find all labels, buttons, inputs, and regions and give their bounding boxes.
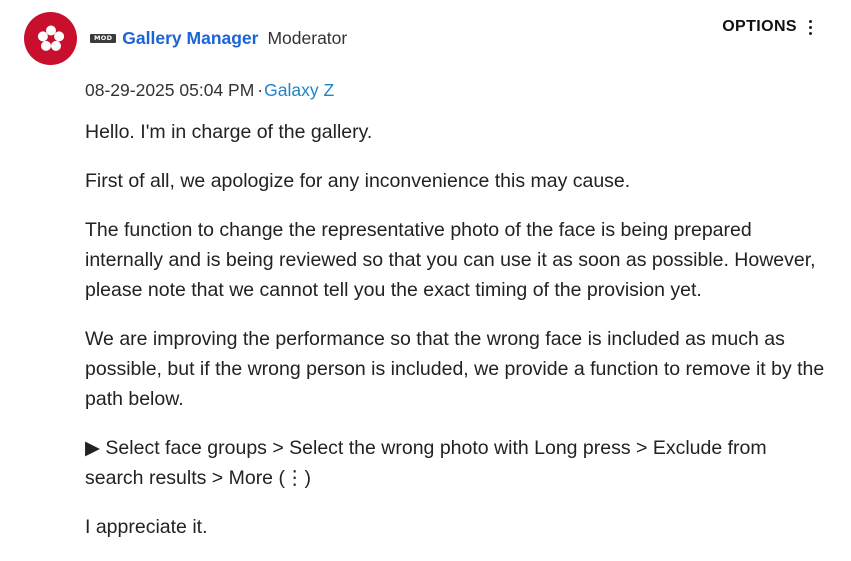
avatar[interactable] [24,12,77,65]
author-name-link[interactable]: Gallery Manager [122,28,258,49]
post-meta: 08-29-2025 05:04 PM ·Galaxy Z [85,80,334,101]
post-paragraph: ▶ Select face groups > Select the wrong … [85,437,767,489]
options-menu-button[interactable]: OPTIONS [722,14,813,40]
post-paragraph: The function to change the representativ… [85,219,816,301]
post-body: Hello. I'm in charge of the gallery. Fir… [85,117,825,561]
post-paragraph: We are improving the performance so that… [85,328,825,410]
options-label: OPTIONS [722,18,797,35]
author-rank: Moderator [267,27,348,48]
kebab-menu-icon [809,19,813,35]
moderator-badge: MOD [90,33,117,43]
author-info: MOD Gallery Manager Moderator [90,26,347,50]
post-paragraph: Hello. I'm in charge of the gallery. [85,121,373,143]
meta-separator: · [257,80,264,100]
post-datetime: 08-29-2025 05:04 PM [85,80,255,100]
post-label-link[interactable]: Galaxy Z [264,80,334,100]
flower-icon [37,25,64,51]
post-paragraph: First of all, we apologize for any incon… [85,170,631,192]
post-paragraph: I appreciate it. [85,516,208,538]
